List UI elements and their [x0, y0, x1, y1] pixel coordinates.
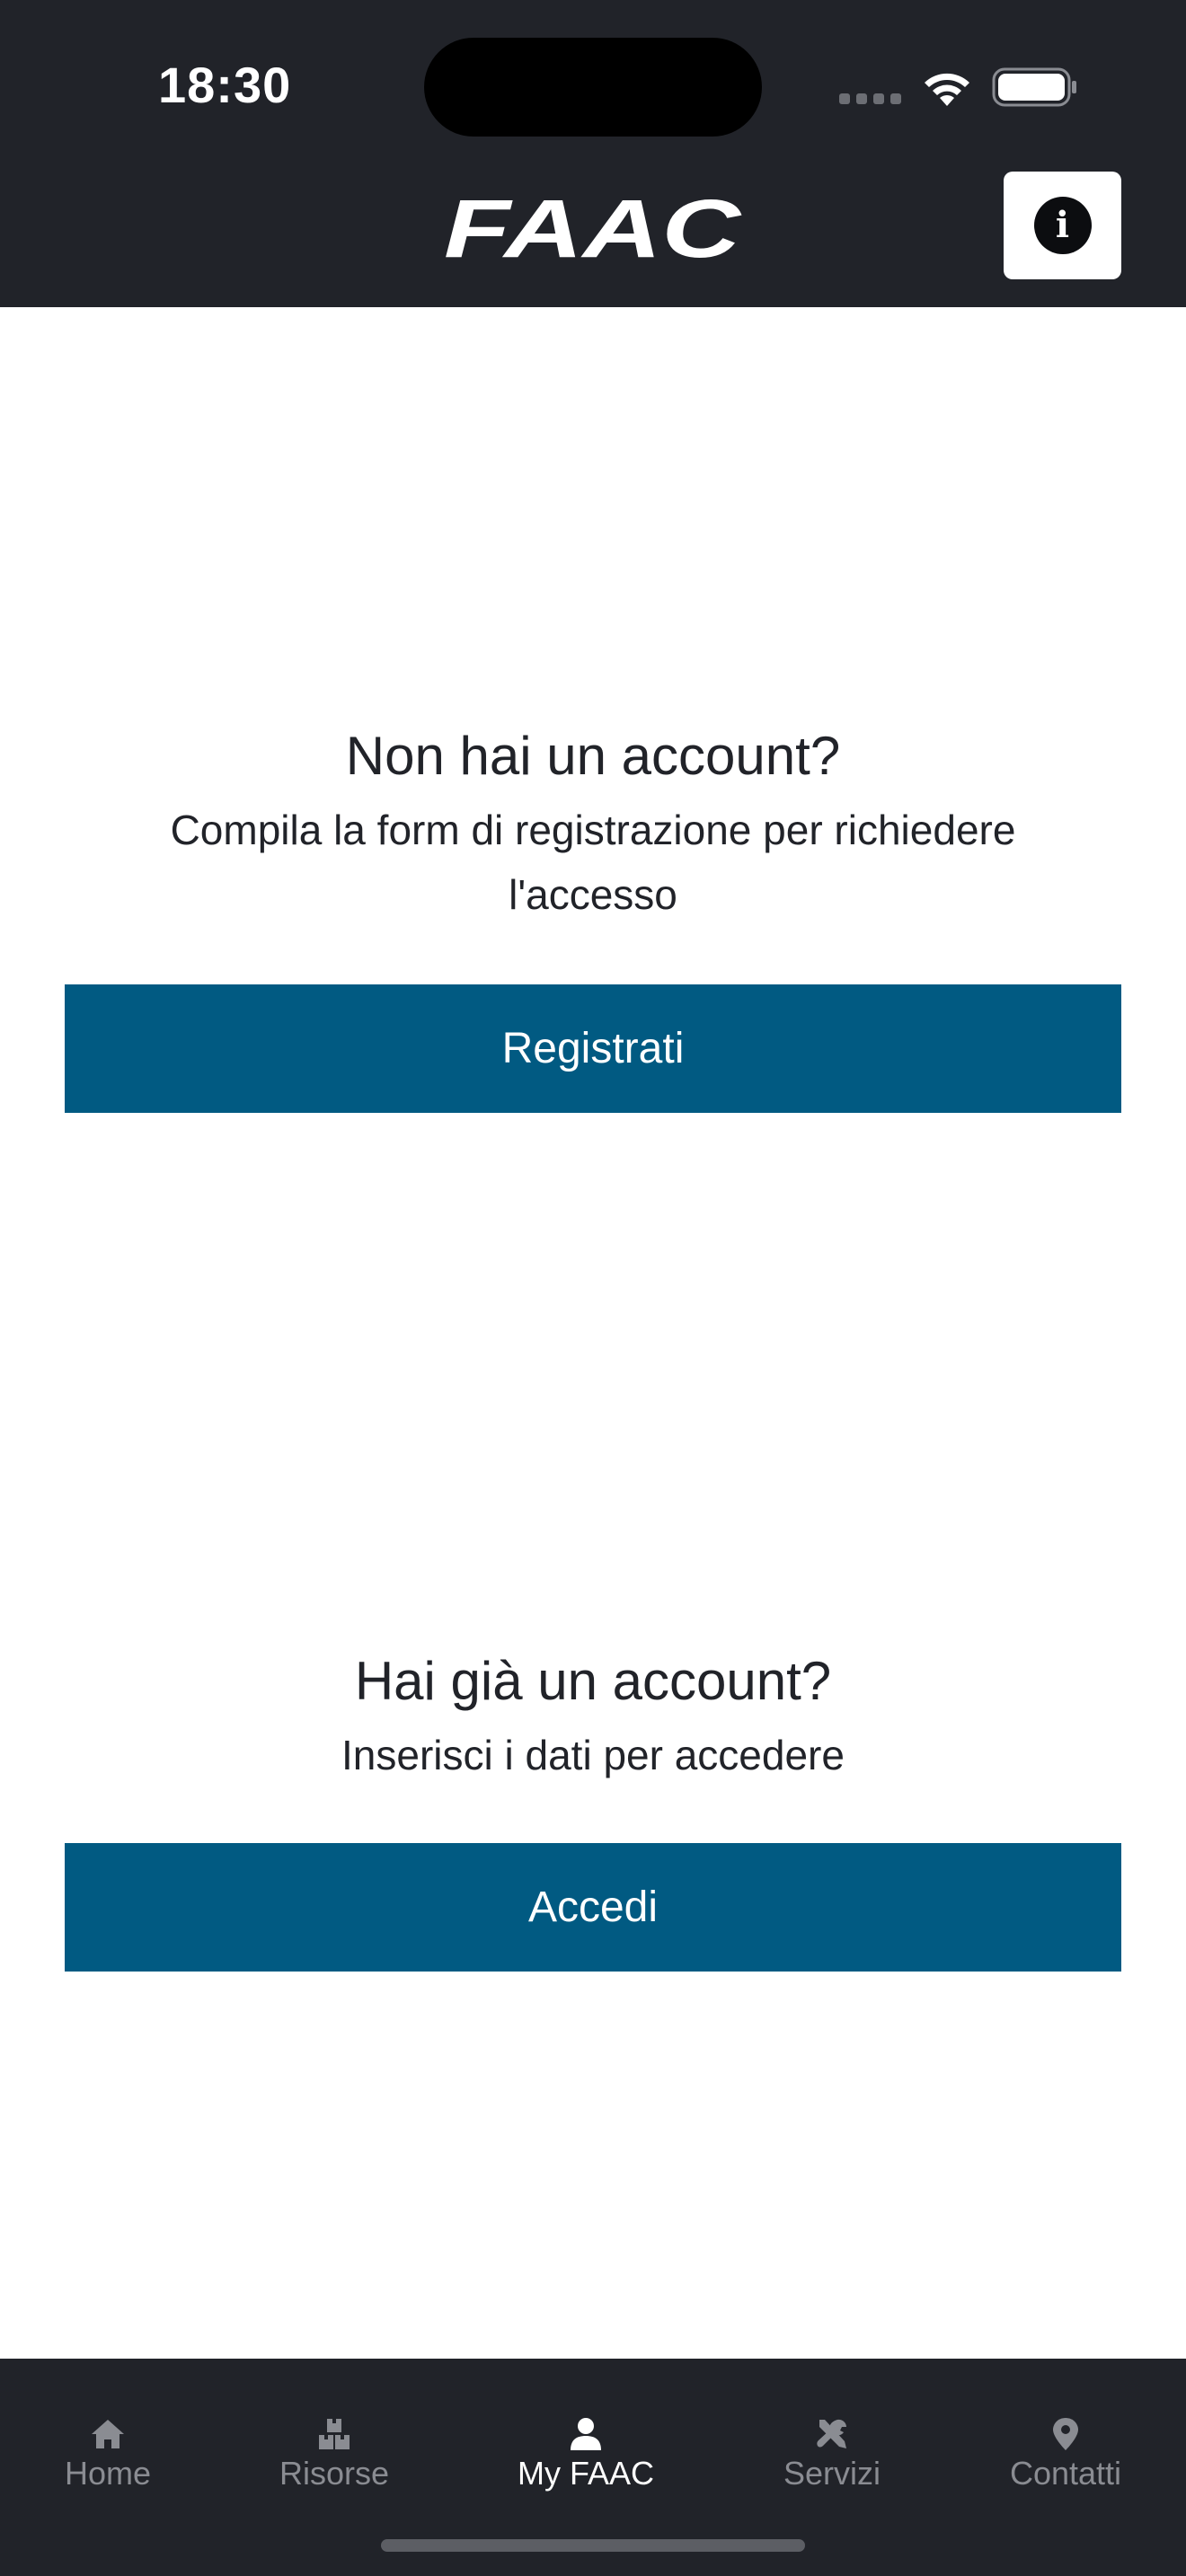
- register-description: Compila la form di registrazione per ric…: [170, 807, 1016, 918]
- battery-icon: [992, 67, 1076, 107]
- tab-my-faac[interactable]: My FAAC: [478, 2359, 694, 2493]
- register-section: Non hai un account? Compila la form di r…: [0, 724, 1186, 927]
- tab-servizi-label: Servizi: [783, 2455, 881, 2492]
- status-time: 18:30: [158, 57, 292, 113]
- info-icon: i: [1033, 197, 1092, 254]
- info-button[interactable]: i: [1004, 172, 1121, 279]
- tab-contatti[interactable]: Contatti: [958, 2359, 1173, 2493]
- tab-my-faac-label: My FAAC: [517, 2455, 654, 2492]
- svg-text:FAAC: FAAC: [444, 192, 742, 262]
- dynamic-island: [424, 38, 762, 137]
- header: 18:30 FAAC i: [0, 0, 1186, 307]
- tab-contatti-label: Contatti: [1009, 2455, 1122, 2492]
- login-description: Inserisci i dati per accedere: [341, 1732, 845, 1778]
- tab-risorse-label: Risorse: [279, 2455, 390, 2492]
- register-button[interactable]: Registrati: [65, 984, 1121, 1113]
- cellular-signal-icon: [839, 93, 902, 106]
- login-section: Hai già un account? Inserisci i dati per…: [0, 1649, 1186, 1787]
- map-pin-icon: [1053, 2418, 1078, 2450]
- user-icon: [571, 2418, 601, 2450]
- tab-home[interactable]: Home: [0, 2359, 216, 2493]
- tab-home-label: Home: [64, 2455, 152, 2492]
- tab-risorse[interactable]: Risorse: [226, 2359, 442, 2493]
- register-title: Non hai un account?: [345, 726, 841, 786]
- tab-servizi[interactable]: Servizi: [724, 2359, 940, 2493]
- faac-logo: FAAC: [444, 192, 742, 262]
- wifi-icon: [925, 73, 969, 106]
- login-button[interactable]: Accedi: [65, 1843, 1121, 1972]
- home-indicator[interactable]: [381, 2539, 805, 2552]
- home-icon: [92, 2420, 124, 2448]
- login-title: Hai già un account?: [354, 1651, 832, 1711]
- tools-icon: [817, 2419, 846, 2448]
- screen: 18:30 FAAC i Non hai un account? Compila…: [0, 0, 1186, 2576]
- boxes-icon: [319, 2419, 350, 2449]
